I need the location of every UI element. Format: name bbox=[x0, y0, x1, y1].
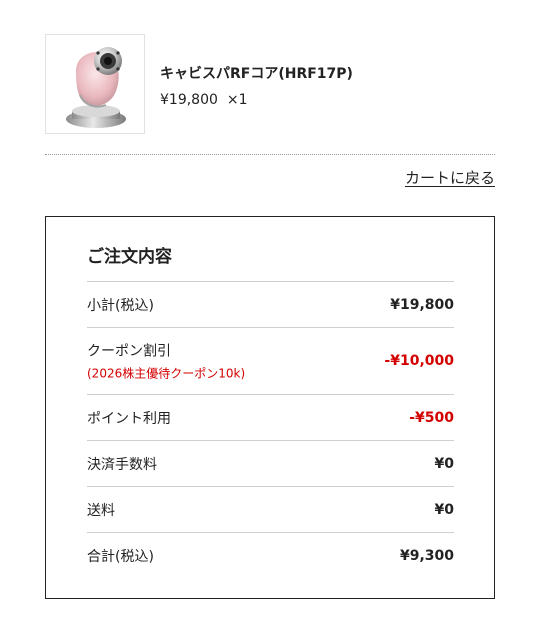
product-price: ¥19,800 bbox=[160, 92, 218, 108]
product-quantity: ×1 bbox=[226, 92, 248, 108]
payment-fee-label: 決済手数料 bbox=[87, 456, 157, 473]
product-thumbnail[interactable] bbox=[45, 34, 145, 134]
total-value: ¥9,300 bbox=[399, 547, 454, 564]
total-label: 合計(税込) bbox=[87, 548, 154, 565]
dotted-divider bbox=[45, 154, 495, 155]
summary-row-payment-fee: 決済手数料 ¥0 bbox=[87, 440, 454, 486]
cart-item: キャビスパRFコア(HRF17P) ¥19,800 ×1 bbox=[45, 34, 495, 134]
product-price-line: ¥19,800 ×1 bbox=[160, 92, 248, 108]
order-summary-title: ご注文内容 bbox=[87, 247, 172, 267]
coupon-value: -¥10,000 bbox=[384, 353, 454, 369]
points-value: -¥500 bbox=[409, 409, 454, 426]
summary-row-points: ポイント利用 -¥500 bbox=[87, 394, 454, 440]
shipping-label: 送料 bbox=[87, 502, 115, 519]
product-name[interactable]: キャビスパRFコア(HRF17P) bbox=[160, 63, 353, 83]
facial-device-product-image bbox=[66, 47, 126, 128]
payment-fee-value: ¥0 bbox=[434, 455, 454, 472]
summary-row-coupon: クーポン割引 (2026株主優待クーポン10k) -¥10,000 bbox=[87, 327, 454, 394]
coupon-name: (2026株主優待クーポン10k) bbox=[87, 366, 246, 381]
coupon-label: クーポン割引 bbox=[87, 343, 171, 360]
summary-row-total: 合計(税込) ¥9,300 bbox=[87, 532, 454, 578]
summary-row-shipping: 送料 ¥0 bbox=[87, 486, 454, 532]
order-summary-rows: 小計(税込) ¥19,800 クーポン割引 (2026株主優待クーポン10k) … bbox=[87, 281, 454, 578]
shipping-value: ¥0 bbox=[434, 501, 454, 518]
subtotal-value: ¥19,800 bbox=[390, 296, 454, 313]
back-to-cart-link[interactable]: カートに戻る bbox=[405, 167, 495, 188]
coupon-label-group: クーポン割引 (2026株主優待クーポン10k) bbox=[87, 341, 245, 382]
points-label: ポイント利用 bbox=[87, 410, 171, 427]
subtotal-label: 小計(税込) bbox=[87, 297, 154, 314]
order-summary-panel: ご注文内容 小計(税込) ¥19,800 クーポン割引 (2026株主優待クーポ… bbox=[45, 216, 495, 599]
summary-row-subtotal: 小計(税込) ¥19,800 bbox=[87, 281, 454, 327]
